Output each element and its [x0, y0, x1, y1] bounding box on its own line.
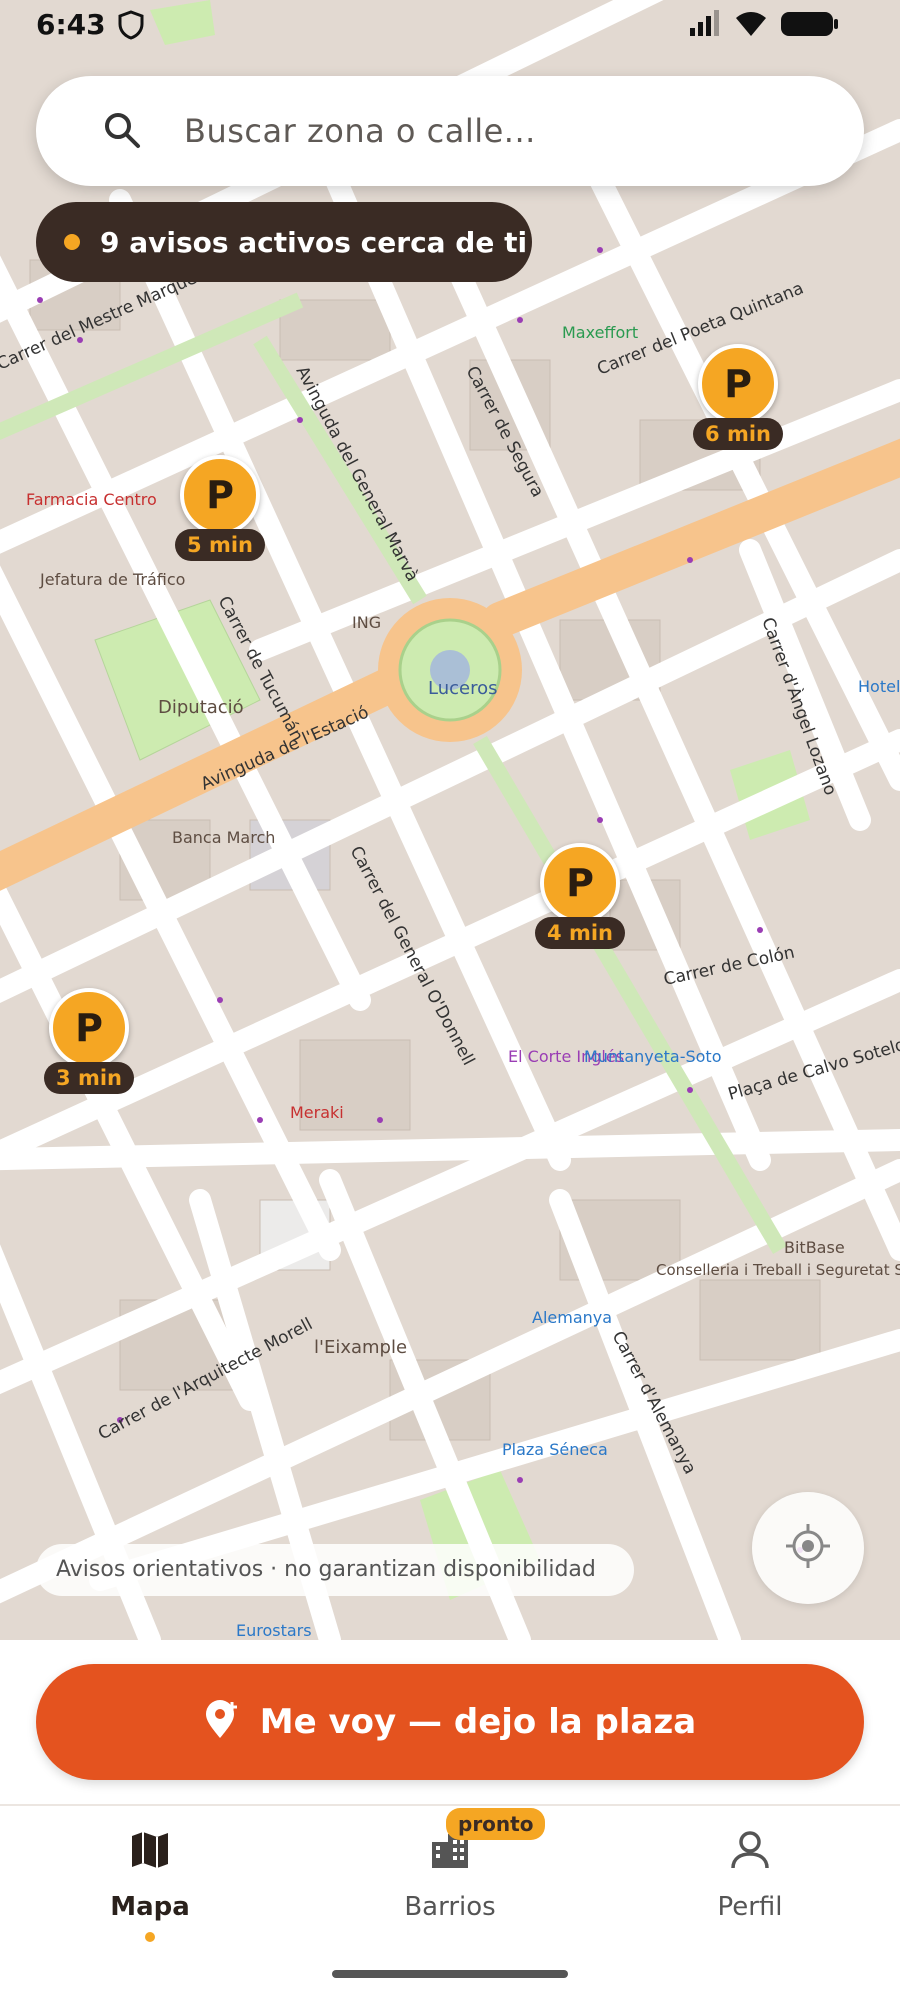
user-icon	[728, 1828, 772, 1876]
status-time: 6:43	[36, 8, 106, 41]
map-place-label: Banca March	[172, 828, 275, 847]
signal-icon	[688, 10, 722, 42]
home-indicator	[332, 1970, 568, 1978]
map-place-label: Meraki	[290, 1103, 344, 1122]
map-place-label: BitBase	[784, 1238, 845, 1257]
map-place-label: ING	[352, 613, 381, 632]
map-place-label: l'Eixample	[314, 1337, 407, 1358]
shield-icon	[118, 10, 144, 44]
search-bar[interactable]	[36, 76, 864, 186]
status-bar: 6:43	[0, 0, 900, 50]
coming-soon-badge: pronto	[446, 1808, 546, 1840]
map-place-label: Plaza Séneca	[502, 1440, 608, 1459]
parking-pin-time: 5 min	[175, 529, 265, 561]
map-place-label: Maxeffort	[562, 323, 638, 342]
parking-pin-time: 6 min	[693, 418, 783, 450]
active-alerts-text: 9 avisos activos cerca de ti	[100, 225, 528, 259]
parking-pin-time: 4 min	[535, 917, 625, 949]
disclaimer-text: Avisos orientativos · no garantizan disp…	[36, 1544, 634, 1596]
bottom-tab-bar: Mapa pronto Barrios Perfil	[0, 1804, 900, 1964]
tab-label: Barrios	[404, 1892, 496, 1922]
search-icon	[102, 110, 142, 154]
parking-pin-label: P	[540, 843, 620, 923]
bottom-panel: Me voy — dejo la plaza Mapa pronto Barri…	[0, 1640, 900, 2000]
map-place-label: Eurostars	[236, 1621, 312, 1640]
parking-pin-label: P	[180, 455, 260, 535]
tab-mapa[interactable]: Mapa	[0, 1806, 300, 1956]
parking-pin-label: P	[698, 344, 778, 424]
leave-spot-button[interactable]: Me voy — dejo la plaza	[36, 1664, 864, 1780]
map-icon	[128, 1828, 172, 1876]
map-pin-plus-icon	[204, 1700, 240, 1744]
map-place-label: Luceros	[428, 678, 498, 699]
tab-barrios[interactable]: pronto Barrios	[300, 1806, 600, 1956]
crosshair-icon	[783, 1521, 833, 1575]
alert-dot-icon	[64, 234, 80, 250]
wifi-icon	[734, 10, 768, 42]
locate-me-button[interactable]	[752, 1492, 864, 1604]
map-place-label: Conselleria i Treball i Seguretat Social	[656, 1261, 900, 1279]
map-place-label: Jefatura de Tráfico	[39, 570, 185, 589]
map-place-label: Diputació	[158, 697, 244, 718]
active-alerts-pill[interactable]: 9 avisos activos cerca de ti	[36, 202, 532, 282]
parking-pin-time: 3 min	[44, 1062, 134, 1094]
map-place-label: Hotel	[858, 677, 900, 696]
tab-label: Perfil	[717, 1892, 783, 1922]
parking-pin-label: P	[49, 988, 129, 1068]
map-place-label: Muntanyeta-Soto	[584, 1047, 721, 1066]
map-place-label: Farmacia Centro	[26, 490, 157, 509]
tab-label: Mapa	[110, 1892, 190, 1922]
active-tab-indicator	[145, 1932, 155, 1942]
battery-icon	[780, 10, 840, 42]
map-place-label: Alemanya	[532, 1308, 612, 1327]
leave-spot-label: Me voy — dejo la plaza	[259, 1702, 697, 1742]
tab-perfil[interactable]: Perfil	[600, 1806, 900, 1956]
search-input[interactable]	[184, 104, 824, 158]
